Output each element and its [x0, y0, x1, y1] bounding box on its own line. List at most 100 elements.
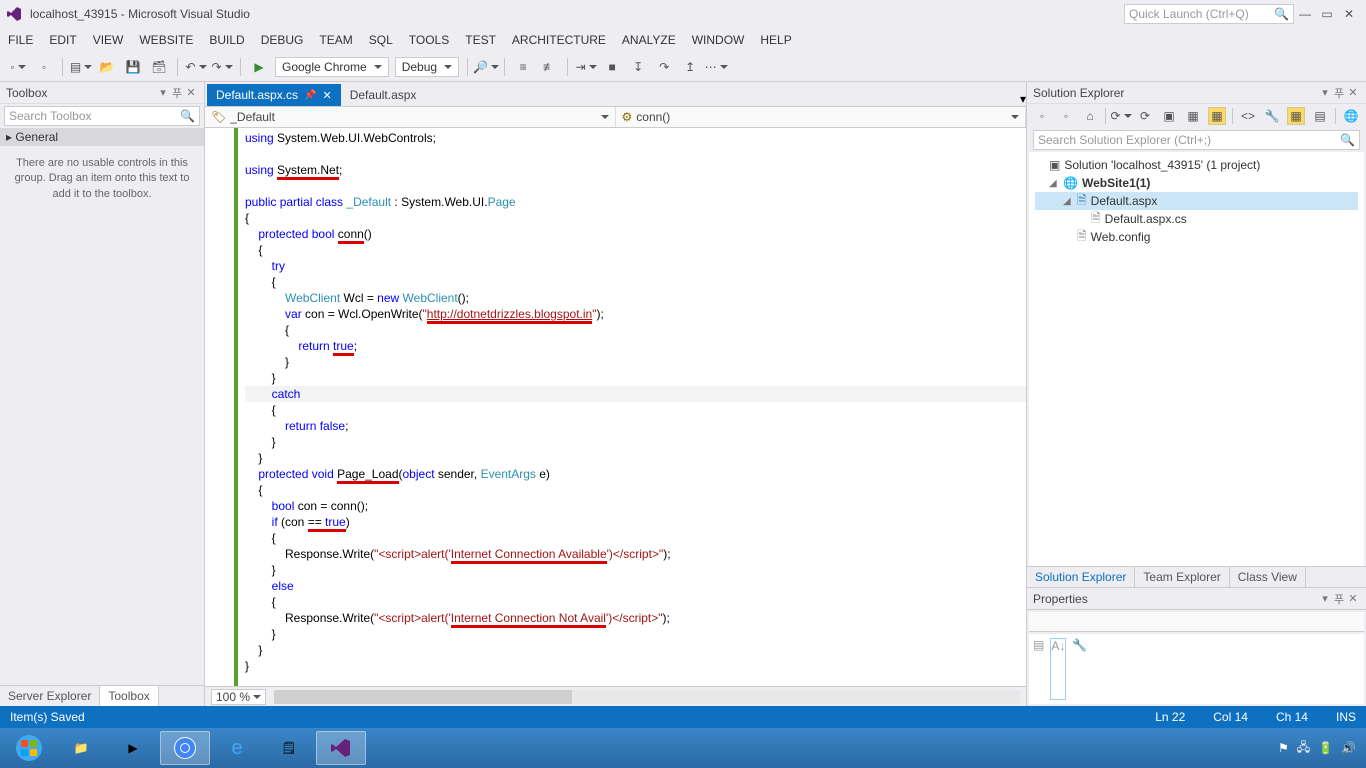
system-tray[interactable]: ⚑ 🖧 🔋 🔊	[1278, 738, 1362, 759]
tab-class-view[interactable]: Class View	[1230, 567, 1306, 587]
step-button[interactable]: ⇥	[576, 57, 596, 77]
tray-battery-icon[interactable]: 🔋	[1318, 741, 1333, 755]
stop-button[interactable]: ■	[602, 57, 622, 77]
menu-file[interactable]: FILE	[8, 33, 33, 47]
solution-search-input[interactable]: Search Solution Explorer (Ctrl+;) 🔍	[1033, 130, 1360, 150]
file-default-aspx[interactable]: Default.aspx	[1091, 194, 1158, 208]
open-file-button[interactable]: 📂	[97, 57, 117, 77]
file-default-aspx-cs[interactable]: Default.aspx.cs	[1105, 212, 1187, 226]
save-all-button[interactable]: 🗃	[149, 57, 169, 77]
back-icon[interactable]: ◦	[1033, 107, 1051, 125]
toolbox-search-input[interactable]: Search Toolbox 🔍	[4, 106, 200, 126]
panel-close-icon[interactable]: ✕	[1346, 592, 1360, 605]
close-icon[interactable]: ✕	[323, 89, 332, 102]
tab-solution-explorer[interactable]: Solution Explorer	[1027, 567, 1135, 587]
panel-menu-icon[interactable]: ▾	[1318, 86, 1332, 99]
taskbar-chrome[interactable]	[160, 731, 210, 765]
class-icon[interactable]: ▦	[1287, 107, 1305, 125]
member-selector[interactable]: ⚙conn()	[616, 107, 1027, 127]
tab-team-explorer[interactable]: Team Explorer	[1135, 567, 1229, 587]
minimize-button[interactable]: —	[1294, 7, 1316, 21]
comment-button[interactable]: ≡	[513, 57, 533, 77]
properties-selector[interactable]	[1029, 612, 1364, 632]
menu-window[interactable]: WINDOW	[692, 33, 745, 47]
redo-button[interactable]: ↷	[212, 57, 232, 77]
preview-icon[interactable]: ▦	[1208, 107, 1226, 125]
start-button[interactable]	[4, 731, 54, 765]
doctab-default-aspx-cs[interactable]: Default.aspx.cs 📌 ✕	[207, 84, 341, 106]
view-icon[interactable]: ▤	[1311, 107, 1329, 125]
doctab-default-aspx[interactable]: Default.aspx	[341, 84, 426, 106]
pin-icon[interactable]: 푸	[1332, 85, 1346, 101]
menu-debug[interactable]: DEBUG	[261, 33, 304, 47]
scope-icon[interactable]: ⟳	[1112, 107, 1130, 125]
menu-analyze[interactable]: ANALYZE	[622, 33, 676, 47]
menu-architecture[interactable]: ARCHITECTURE	[512, 33, 606, 47]
taskbar-notes[interactable]: 🗒	[264, 731, 314, 765]
props-wrench-icon[interactable]: 🔧	[1072, 638, 1087, 700]
code-icon[interactable]: <>	[1239, 107, 1257, 125]
step-over-button[interactable]: ↷	[654, 57, 674, 77]
uncomment-button[interactable]: ≢	[539, 57, 559, 77]
home-icon[interactable]: ⌂	[1081, 107, 1099, 125]
taskbar-media[interactable]: ▶	[108, 731, 158, 765]
nav-back-button[interactable]: ◦	[8, 57, 28, 77]
file-web-config[interactable]: Web.config	[1091, 230, 1151, 244]
menu-build[interactable]: BUILD	[209, 33, 244, 47]
panel-close-icon[interactable]: ✕	[1346, 86, 1360, 99]
menu-website[interactable]: WEBSITE	[139, 33, 193, 47]
panel-menu-icon[interactable]: ▾	[1318, 592, 1332, 605]
project-node[interactable]: WebSite1(1)	[1082, 176, 1150, 190]
code-editor[interactable]: using System.Web.UI.WebControls; using S…	[205, 128, 1026, 686]
type-selector[interactable]: 🏷_Default	[205, 107, 616, 127]
save-button[interactable]: 💾	[123, 57, 143, 77]
solution-node[interactable]: Solution 'localhost_43915' (1 project)	[1064, 158, 1260, 172]
more-debug-button[interactable]: ⋯	[706, 57, 726, 77]
find-button[interactable]: 🔎	[476, 57, 496, 77]
zoom-selector[interactable]: 100 %	[211, 689, 266, 705]
menu-test[interactable]: TEST	[465, 33, 496, 47]
web-icon[interactable]: 🌐	[1342, 107, 1360, 125]
menu-tools[interactable]: TOOLS	[409, 33, 449, 47]
toolbox-group-general[interactable]: ▸ General	[0, 128, 204, 146]
undo-button[interactable]: ↶	[186, 57, 206, 77]
forward-icon[interactable]: ◦	[1057, 107, 1075, 125]
taskbar-ie[interactable]: e	[212, 731, 262, 765]
new-project-button[interactable]: ▤	[71, 57, 91, 77]
properties-icon[interactable]: 🔧	[1263, 107, 1281, 125]
tab-server-explorer[interactable]: Server Explorer	[0, 686, 100, 706]
horizontal-scrollbar[interactable]	[274, 690, 1020, 704]
tab-toolbox[interactable]: Toolbox	[100, 686, 158, 706]
nav-forward-button[interactable]: ◦	[34, 57, 54, 77]
tray-network-icon[interactable]: 🖧	[1297, 738, 1310, 759]
pin-icon[interactable]: 푸	[1332, 591, 1346, 607]
menu-help[interactable]: HELP	[760, 33, 791, 47]
menu-view[interactable]: VIEW	[93, 33, 124, 47]
categorized-icon[interactable]: ▤	[1033, 638, 1044, 700]
solution-tree[interactable]: ▣Solution 'localhost_43915' (1 project) …	[1029, 152, 1364, 566]
pin-icon[interactable]: 📌	[304, 90, 316, 101]
close-button[interactable]: ✕	[1338, 7, 1360, 21]
collapse-icon[interactable]: ▣	[1160, 107, 1178, 125]
refresh-icon[interactable]: ⟳	[1136, 107, 1154, 125]
panel-menu-icon[interactable]: ▾	[156, 86, 170, 99]
menu-edit[interactable]: EDIT	[49, 33, 76, 47]
config-selector[interactable]: Debug	[395, 57, 459, 77]
step-out-button[interactable]: ↥	[680, 57, 700, 77]
step-into-button[interactable]: ↧	[628, 57, 648, 77]
maximize-button[interactable]: ▭	[1316, 7, 1338, 21]
tray-volume-icon[interactable]: 🔊	[1341, 741, 1356, 755]
taskbar-explorer[interactable]: 📁	[56, 731, 106, 765]
menu-team[interactable]: TEAM	[319, 33, 352, 47]
tray-flag-icon[interactable]: ⚑	[1278, 741, 1289, 755]
browser-selector[interactable]: Google Chrome	[275, 57, 389, 77]
panel-close-icon[interactable]: ✕	[184, 86, 198, 99]
alphabetical-icon[interactable]: A↓	[1050, 638, 1066, 700]
quick-launch-input[interactable]: Quick Launch (Ctrl+Q) 🔍	[1124, 4, 1294, 24]
pin-icon[interactable]: 푸	[170, 85, 184, 101]
taskbar-visualstudio[interactable]	[316, 731, 366, 765]
start-debug-button[interactable]: ▶	[249, 57, 269, 77]
toolbox-empty-text: There are no usable controls in this gro…	[0, 146, 204, 685]
menu-sql[interactable]: SQL	[369, 33, 393, 47]
showall-icon[interactable]: ▦	[1184, 107, 1202, 125]
